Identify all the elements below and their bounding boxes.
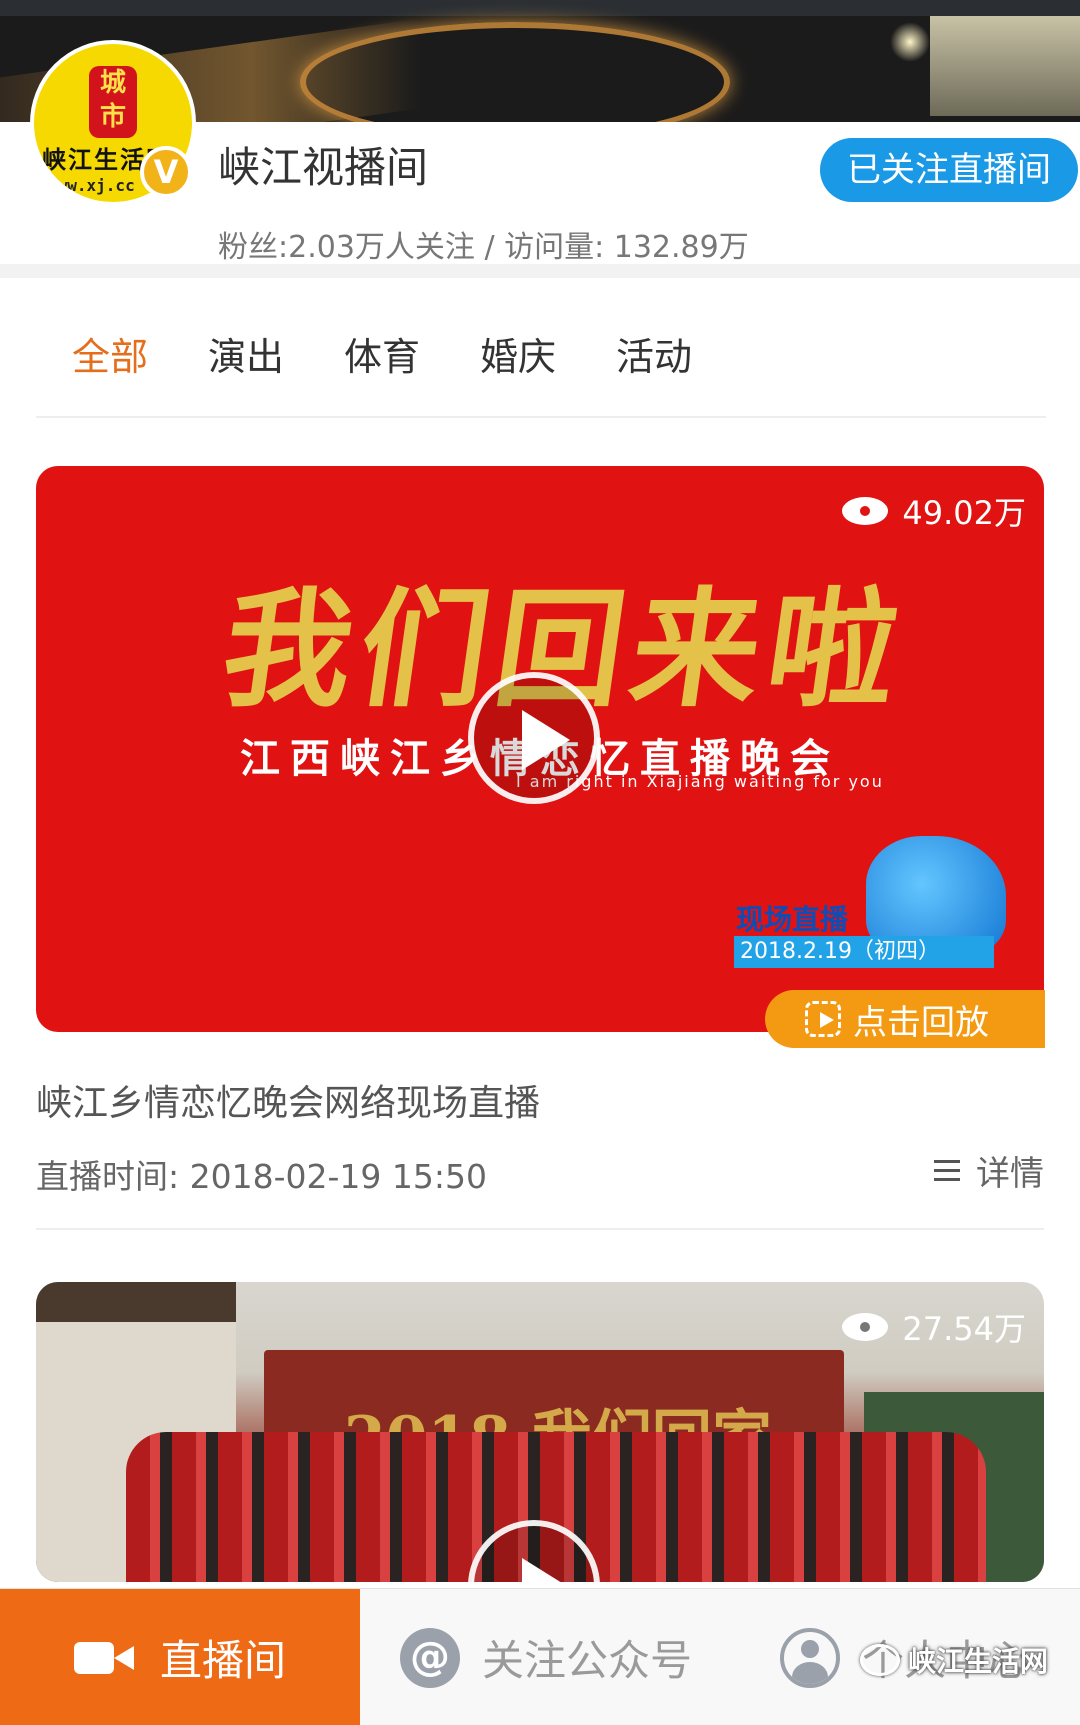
poster-live-tag: 现场直播: [736, 903, 849, 936]
avatar-url: www.xj.cc: [48, 176, 135, 195]
live-time: 直播时间: 2018-02-19 15:50: [36, 1157, 487, 1196]
replay-button[interactable]: 点击回放: [765, 990, 1045, 1048]
nav-label: 关注公众号: [482, 1636, 693, 1685]
verified-badge-icon: V: [140, 146, 192, 198]
nav-live-room[interactable]: 直播间: [0, 1589, 360, 1725]
poster-date: 2018.2.19（初四）: [734, 936, 994, 968]
tab-all[interactable]: 全部: [72, 326, 148, 381]
wechat-watermark: 峡江生活网: [860, 1640, 1048, 1680]
person-icon: [780, 1627, 840, 1688]
tab-wedding[interactable]: 婚庆: [480, 326, 556, 381]
details-link[interactable]: 详情: [934, 1146, 1044, 1195]
video-camera-icon: [73, 1638, 134, 1678]
at-icon: @: [400, 1627, 460, 1688]
eye-icon: [842, 497, 889, 525]
video-thumbnail[interactable]: 2018 我们回家 27.54万: [36, 1282, 1044, 1582]
nav-follow-account[interactable]: @ 关注公众号: [400, 1589, 720, 1725]
video-title[interactable]: 峡江乡情恋忆晚会网络现场直播: [36, 1074, 540, 1126]
watermark-text: 峡江生活网: [908, 1645, 1049, 1678]
list-icon: [934, 1159, 960, 1182]
details-label: 详情: [976, 1154, 1044, 1194]
view-count: 49.02万: [842, 488, 1026, 534]
live-channel-page: 城市 峡江生活网 www.xj.cc V 峡江视播间 已关注直播间 粉丝:2.0…: [0, 0, 1080, 1725]
banner-building: [930, 16, 1080, 116]
view-count-text: 49.02万: [902, 494, 1026, 532]
category-tabs: 全部 演出 体育 婚庆 活动: [36, 326, 1046, 418]
video-thumbnail[interactable]: 我们回来啦 江西峡江乡情恋忆直播晚会 I am right in Xiajian…: [36, 466, 1044, 1032]
channel-name: 峡江视播间: [218, 143, 429, 192]
play-button[interactable]: [468, 672, 600, 804]
view-count-text: 27.54万: [902, 1310, 1026, 1348]
card-divider: [36, 1228, 1044, 1230]
replay-icon: [805, 1001, 841, 1037]
avatar-seal: 城市: [89, 66, 137, 138]
wechat-icon: [860, 1644, 900, 1676]
tab-performance[interactable]: 演出: [208, 326, 284, 381]
section-divider: [0, 264, 1080, 278]
eye-icon: [842, 1313, 889, 1341]
replay-label: 点击回放: [853, 1002, 989, 1043]
tab-sports[interactable]: 体育: [344, 326, 420, 381]
view-count: 27.54万: [842, 1304, 1026, 1350]
nav-label: 直播间: [159, 1636, 286, 1685]
channel-stats: 粉丝:2.03万人关注 / 访问量: 132.89万: [218, 230, 749, 265]
tab-events[interactable]: 活动: [616, 326, 692, 381]
follow-channel-button[interactable]: 已关注直播间: [820, 138, 1078, 202]
banner-streetlight: [890, 22, 930, 62]
